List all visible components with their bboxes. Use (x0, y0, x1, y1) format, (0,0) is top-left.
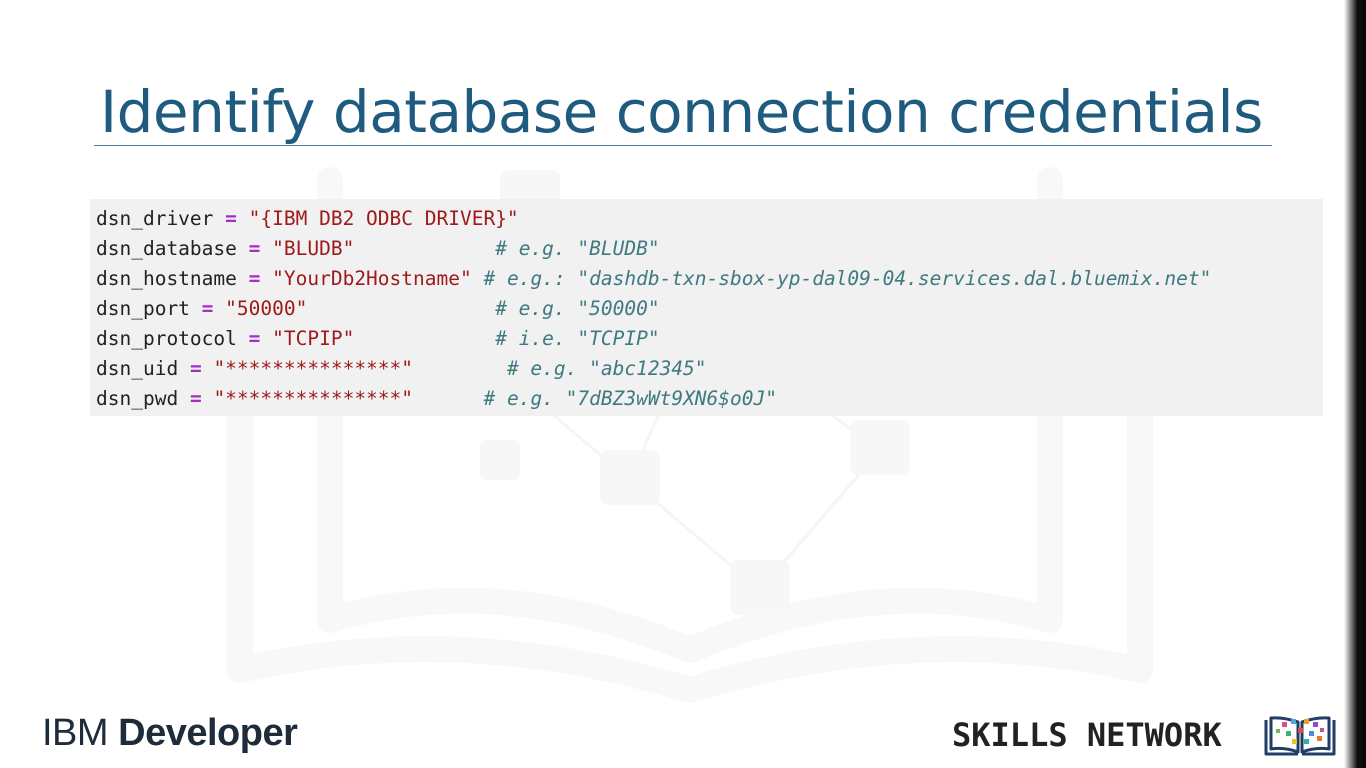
variable-name: dsn_protocol (96, 327, 237, 350)
assign-operator: = (189, 387, 202, 410)
spacing (472, 267, 484, 290)
spacing (413, 387, 483, 410)
title-underline (94, 145, 1272, 146)
string-value: "YourDb2Hostname" (272, 267, 472, 290)
code-comment: # e.g. "7dBZ3wWt9XN6$o0J" (483, 387, 777, 410)
spacing (413, 357, 507, 380)
brand-prefix: IBM (42, 712, 109, 754)
code-comment: # i.e. "TCPIP" (495, 327, 660, 350)
assign-operator: = (248, 237, 261, 260)
skills-network-label: SKILLS NETWORK (952, 716, 1222, 754)
code-line-dsn-protocol: dsn_protocol = "TCPIP" # i.e. "TCPIP" (96, 324, 660, 354)
code-comment: # e.g. "abc12345" (506, 357, 707, 380)
assign-operator: = (189, 357, 202, 380)
variable-name: dsn_port (96, 297, 190, 320)
code-comment: # e.g.: "dashdb-txn-sbox-yp-dal09-04.ser… (483, 267, 1212, 290)
string-value: "***************" (213, 387, 414, 410)
code-line-dsn-pwd: dsn_pwd = "***************" # e.g. "7dBZ… (96, 384, 777, 414)
assign-operator: = (248, 327, 261, 350)
slide-title: Identify database connection credentials (100, 78, 1263, 146)
code-comment: # e.g. "BLUDB" (495, 237, 660, 260)
skills-network-book-icon (1264, 716, 1336, 756)
assign-operator: = (201, 297, 214, 320)
variable-name: dsn_pwd (96, 387, 179, 410)
variable-name: dsn_hostname (96, 267, 237, 290)
spacing (354, 327, 495, 350)
assign-operator: = (248, 267, 261, 290)
code-line-dsn-uid: dsn_uid = "***************" # e.g. "abc1… (96, 354, 707, 384)
code-line-dsn-port: dsn_port = "50000" # e.g. "50000" (96, 294, 660, 324)
brand-name: Developer (118, 712, 298, 754)
code-line-dsn-driver: dsn_driver = "{IBM DB2 ODBC DRIVER}" (96, 204, 519, 234)
variable-name: dsn_driver (96, 207, 214, 230)
string-value: "50000" (225, 297, 308, 320)
code-line-dsn-hostname: dsn_hostname = "YourDb2Hostname" # e.g.:… (96, 264, 1211, 294)
variable-name: dsn_database (96, 237, 237, 260)
string-value: "***************" (213, 357, 414, 380)
string-value: "BLUDB" (272, 237, 355, 260)
spacing (354, 237, 495, 260)
code-comment: # e.g. "50000" (495, 297, 660, 320)
string-value: "{IBM DB2 ODBC DRIVER}" (248, 207, 519, 230)
assign-operator: = (225, 207, 237, 230)
window-right-edge (1344, 0, 1366, 768)
ibm-developer-logo: IBM Developer (42, 712, 298, 755)
spacing (307, 297, 495, 320)
string-value: "TCPIP" (272, 327, 355, 350)
code-line-dsn-database: dsn_database = "BLUDB" # e.g. "BLUDB" (96, 234, 660, 264)
code-block: dsn_driver = "{IBM DB2 ODBC DRIVER}" dsn… (90, 199, 1323, 416)
variable-name: dsn_uid (96, 357, 179, 380)
